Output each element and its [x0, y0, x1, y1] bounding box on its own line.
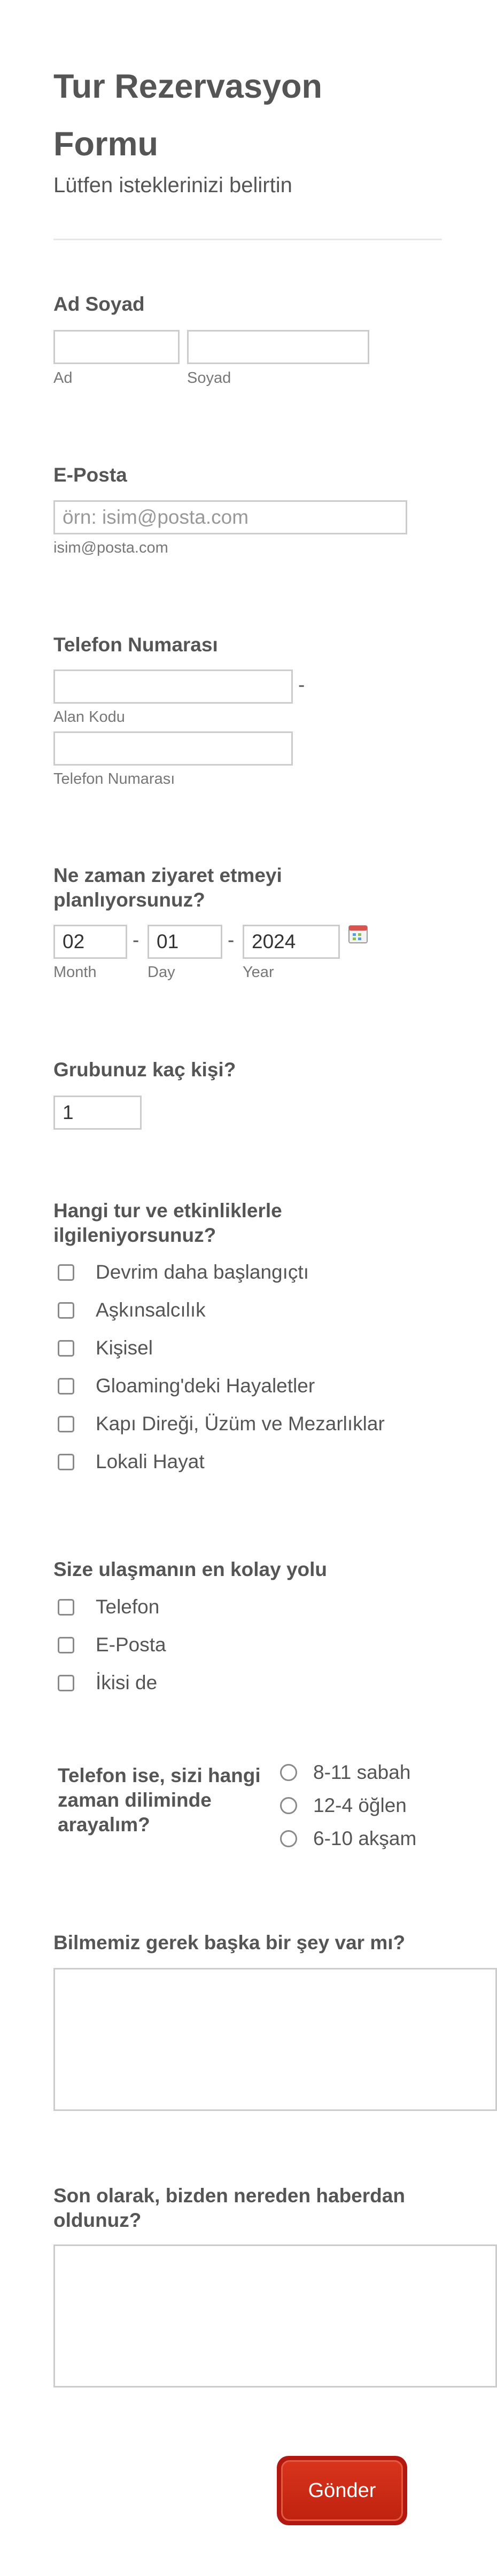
radio-button[interactable]	[280, 1764, 297, 1781]
tour-option[interactable]: Gloaming'deki Hayaletler	[58, 1374, 315, 1398]
radio-button[interactable]	[280, 1830, 297, 1847]
contact-label: Size ulaşmanın en kolay yolu	[53, 1558, 328, 1580]
checkbox[interactable]	[58, 1453, 74, 1470]
phone-number-input[interactable]	[53, 731, 293, 766]
year-sublabel: Year	[243, 964, 274, 981]
call-time-option[interactable]: 8-11 sabah	[280, 1760, 410, 1785]
name-label: Ad Soyad	[53, 293, 145, 315]
tour-option[interactable]: Kapı Direği, Üzüm ve Mezarlıklar	[58, 1412, 385, 1436]
tour-option-label: Lokali Hayat	[96, 1451, 205, 1472]
call-time-option[interactable]: 6-10 akşam	[280, 1826, 416, 1851]
email-input[interactable]	[53, 500, 407, 534]
checkbox[interactable]	[58, 1674, 74, 1691]
tour-option[interactable]: Devrim daha başlangıçtı	[58, 1260, 309, 1285]
day-sublabel: Day	[147, 964, 175, 981]
tour-option-label: Kişisel	[96, 1337, 153, 1359]
checkbox[interactable]	[58, 1377, 74, 1395]
contact-option[interactable]: İkisi de	[58, 1671, 157, 1695]
email-hint: isim@posta.com	[53, 539, 168, 556]
last-name-input[interactable]	[187, 330, 369, 364]
year-input[interactable]	[243, 925, 340, 959]
email-label: E-Posta	[53, 464, 127, 486]
referral-textarea[interactable]	[53, 2244, 497, 2388]
visit-date-label: Ne zaman ziyaret etmeyi planlıyorsunuz?	[53, 864, 282, 911]
contact-option[interactable]: Telefon	[58, 1595, 159, 1619]
tour-option-label: Devrim daha başlangıçtı	[96, 1261, 309, 1283]
date-separator-2: -	[228, 929, 235, 951]
checkbox[interactable]	[58, 1636, 74, 1653]
checkbox[interactable]	[58, 1340, 74, 1357]
tour-option-label: Gloaming'deki Hayaletler	[96, 1375, 315, 1397]
day-input[interactable]	[147, 925, 222, 959]
submit-button-label: Gönder	[281, 2460, 403, 2521]
area-code-sublabel: Alan Kodu	[53, 708, 125, 726]
month-input[interactable]	[53, 925, 127, 959]
phone-separator: -	[298, 674, 305, 696]
group-size-label: Grubunuz kaç kişi?	[53, 1059, 236, 1081]
call-time-option[interactable]: 12-4 öğlen	[280, 1793, 407, 1818]
first-name-input[interactable]	[53, 330, 180, 364]
checkbox[interactable]	[58, 1302, 74, 1319]
checkbox[interactable]	[58, 1264, 74, 1281]
month-sublabel: Month	[53, 964, 97, 981]
referral-label: Son olarak, bizden nereden haberdan oldu…	[53, 2185, 405, 2231]
tour-option[interactable]: Lokali Hayat	[58, 1450, 205, 1474]
tour-option[interactable]: Aşkınsalcılık	[58, 1298, 206, 1322]
tour-option-label: Aşkınsalcılık	[96, 1299, 206, 1321]
contact-option[interactable]: E-Posta	[58, 1633, 166, 1657]
date-separator-1: -	[133, 929, 139, 951]
call-time-option-label: 12-4 öğlen	[313, 1794, 407, 1816]
header-divider	[53, 239, 442, 240]
last-name-sublabel: Soyad	[187, 369, 231, 387]
call-time-option-label: 6-10 akşam	[313, 1827, 417, 1849]
phone-number-sublabel: Telefon Numarası	[53, 770, 175, 787]
checkbox[interactable]	[58, 1598, 74, 1616]
checkbox[interactable]	[58, 1415, 74, 1432]
tours-label: Hangi tur ve etkinliklerle ilgileniyorsu…	[53, 1200, 282, 1246]
form-title: Tur Rezervasyon Formu	[53, 68, 323, 163]
contact-option-label: E-Posta	[96, 1634, 166, 1656]
tour-option[interactable]: Kişisel	[58, 1336, 153, 1360]
contact-option-label: Telefon	[96, 1596, 160, 1618]
contact-option-label: İkisi de	[96, 1672, 158, 1693]
tour-option-label: Kapı Direği, Üzüm ve Mezarlıklar	[96, 1413, 385, 1435]
first-name-sublabel: Ad	[53, 369, 73, 387]
anything-else-textarea[interactable]	[53, 1968, 497, 2111]
group-size-input[interactable]	[53, 1096, 142, 1130]
form-subtitle: Lütfen isteklerinizi belirtin	[53, 174, 292, 197]
submit-button[interactable]: Gönder	[277, 2456, 407, 2525]
radio-button[interactable]	[280, 1797, 297, 1814]
anything-else-label: Bilmemiz gerek başka bir şey var mı?	[53, 1932, 406, 1953]
call-time-option-label: 8-11 sabah	[313, 1761, 411, 1783]
call-time-label: Telefon ise, sizi hangi zaman diliminde …	[58, 1764, 261, 1836]
area-code-input[interactable]	[53, 669, 293, 704]
phone-label: Telefon Numarası	[53, 634, 218, 656]
calendar-icon[interactable]	[348, 924, 368, 944]
